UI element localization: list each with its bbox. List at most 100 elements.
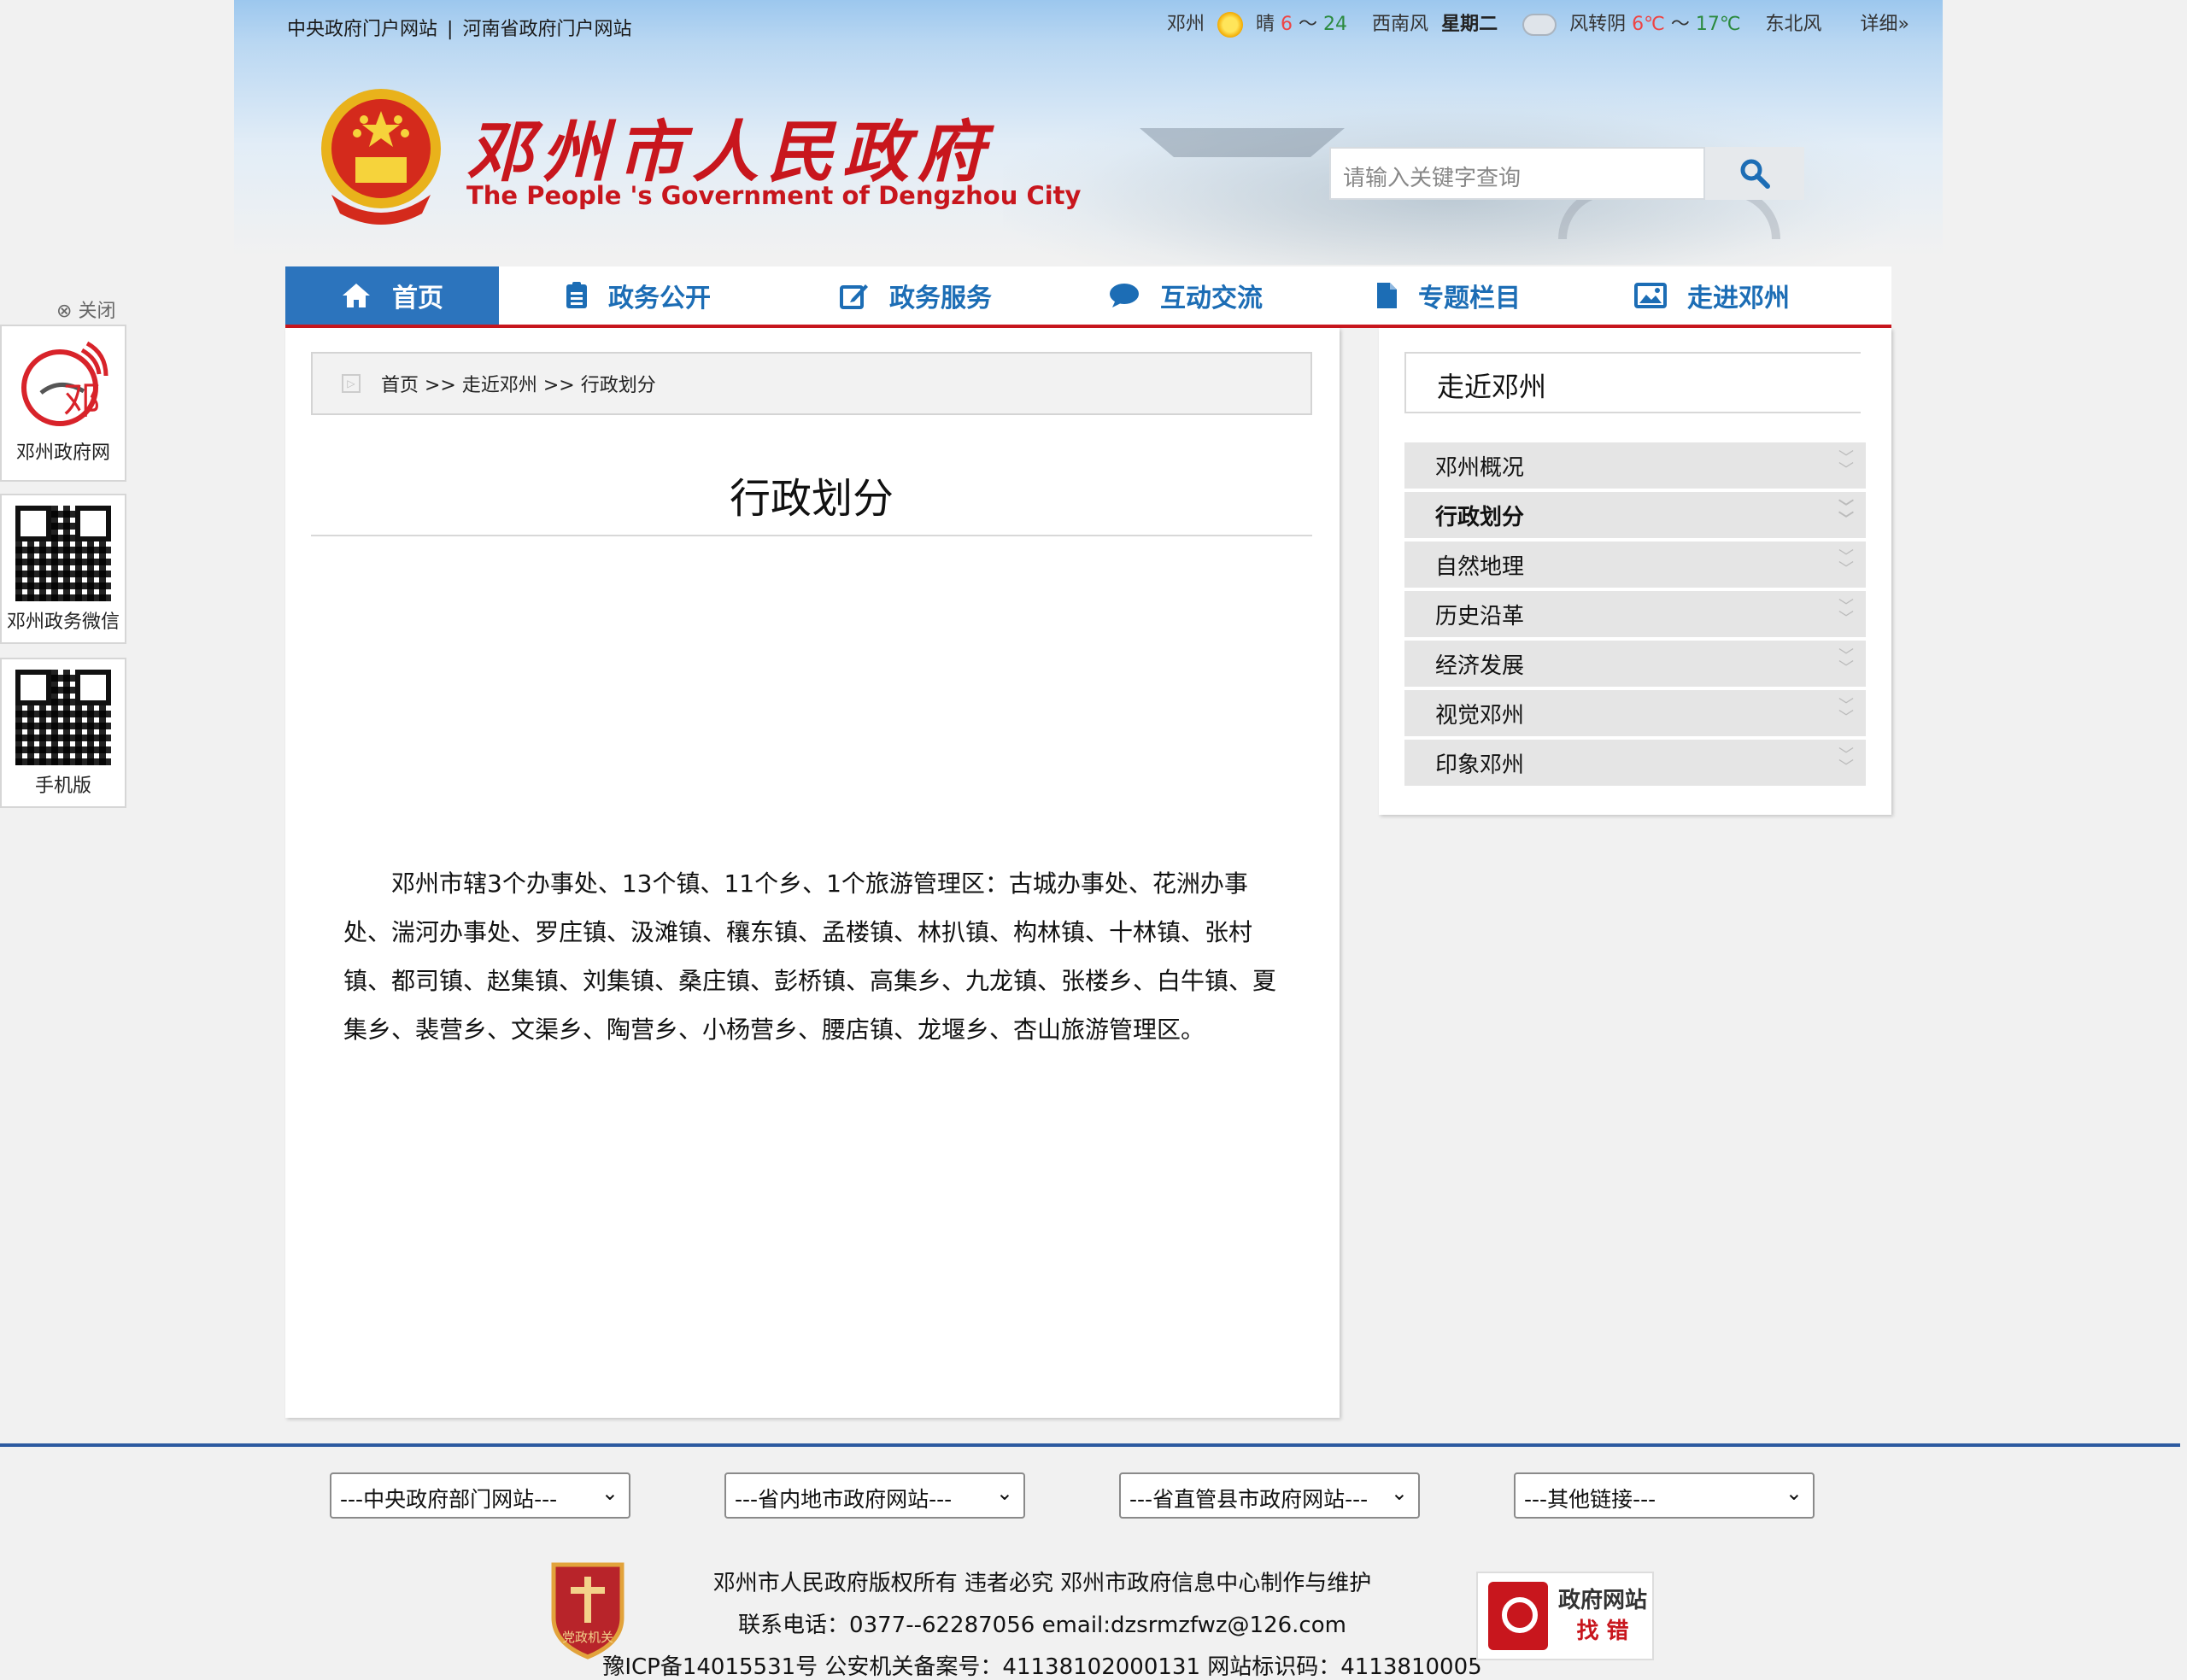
link-central-gov[interactable]: 中央政府门户网站 [287, 19, 437, 40]
weather-weekday: 星期二 [1441, 14, 1498, 35]
main-nav: 首页 政务公开 政务服务 互动交流 专题栏目 走进邓州 [285, 266, 1891, 328]
edit-icon [840, 282, 869, 309]
weather-today-high: 24 [1323, 14, 1348, 35]
document-icon [1375, 282, 1398, 309]
sidebar-item-history[interactable]: 历史沿革 ﹀ ﹀ [1404, 591, 1866, 637]
nav-gov-services-label: 政务服务 [889, 284, 992, 313]
footer-copyright: 邓州市人民政府版权所有 违者必究 邓州市政府信息中心制作与维护 [712, 1571, 1372, 1596]
sidebar-item-label: 行政划分 [1435, 504, 1525, 530]
float-card-gov-site[interactable]: 邓 邓州政府网 [0, 325, 126, 482]
nav-special-topics-label: 专题栏目 [1418, 284, 1521, 313]
sidebar-item-label: 自然地理 [1435, 553, 1525, 580]
breadcrumb: ▷ 首页 >> 走近邓州 >> 行政划分 [311, 352, 1312, 415]
sidebar-list: 邓州概况 ﹀ ﹀ 行政划分 ﹀ ﹀ 自然地理 ﹀ ﹀ 历史沿革 ﹀ ﹀ 经济发展 ﹀ ﹀ … [1404, 442, 1866, 789]
weather-widget: 邓州 晴 6 ～ 24 西南风 星期二 风转阴 6℃ ～ 17℃ 东北风 详细» [1167, 9, 1916, 38]
article-title: 行政划分 [311, 465, 1312, 536]
main-content: ▷ 首页 >> 走近邓州 >> 行政划分 行政划分 邓州市辖3个办事处、13个镇… [285, 328, 1340, 1418]
weather-today-sep: ～ [1299, 14, 1318, 35]
site-footer: ---中央政府部门网站--- ⌄ ---省内地市政府网站--- ⌄ ---省直管… [0, 1443, 2180, 1680]
site-header: 中央政府门户网站 | 河南省政府门户网站 邓州 晴 6 ～ 24 西南风 星期二… [234, 0, 1943, 265]
sidebar-item-label: 邓州概况 [1435, 454, 1525, 481]
sidebar-item-economy[interactable]: 经济发展 ﹀ ﹀ [1404, 641, 1866, 687]
select-other-links[interactable]: ---其他链接--- ⌄ [1514, 1472, 1815, 1519]
footer-info: 邓州市人民政府版权所有 违者必究 邓州市政府信息中心制作与维护 联系电话：037… [598, 1563, 1486, 1680]
nav-about-dengzhou[interactable]: 走进邓州 [1579, 266, 1845, 325]
chevron-down-icon: ⌄ [1785, 1481, 1803, 1505]
weather-today-low: 6 [1281, 14, 1293, 35]
select-central-departments[interactable]: ---中央政府部门网站--- ⌄ [330, 1472, 630, 1519]
select-value: ---省直管县市政府网站--- [1129, 1487, 1369, 1512]
wechat-qr-code-icon [15, 506, 111, 601]
sidebar-heading: 走近邓州 [1404, 352, 1861, 413]
national-emblem-icon [321, 89, 441, 225]
weather-today-wind: 西南风 [1372, 14, 1429, 35]
badge-right-line2: 找 错 [1576, 1619, 1629, 1644]
float-card-gov-site-label: 邓州政府网 [15, 442, 110, 464]
float-card-wechat-label: 邓州政务微信 [6, 612, 120, 633]
select-county-cities[interactable]: ---省直管县市政府网站--- ⌄ [1119, 1472, 1420, 1519]
chevron-down-icon: ⌄ [1390, 1481, 1408, 1505]
footer-contact: 联系电话：0377--62287056 email:dzsrmzfwz@126.… [738, 1613, 1346, 1638]
weather-tomorrow-wind: 东北风 [1765, 14, 1822, 35]
top-links: 中央政府门户网站 | 河南省政府门户网站 [287, 14, 635, 41]
weather-today-sky: 晴 [1256, 14, 1275, 35]
float-card-mobile-label: 手机版 [34, 776, 91, 797]
nav-interaction-label: 互动交流 [1160, 284, 1263, 313]
chevron-down-icon: ﹀ ﹀ [1838, 746, 1854, 776]
nav-interaction[interactable]: 互动交流 [1054, 266, 1317, 325]
sidebar-item-label: 经济发展 [1435, 653, 1525, 679]
weather-more-link[interactable]: 详细» [1861, 14, 1909, 35]
nav-gov-services[interactable]: 政务服务 [777, 266, 1054, 325]
weather-city: 邓州 [1167, 14, 1205, 35]
sunny-icon [1217, 12, 1244, 38]
select-provincial-cities[interactable]: ---省内地市政府网站--- ⌄ [724, 1472, 1025, 1519]
picture-icon [1634, 283, 1667, 308]
breadcrumb-text[interactable]: 首页 >> 走近邓州 >> 行政划分 [381, 370, 656, 397]
clipboard-icon [566, 282, 588, 309]
link-henan-gov[interactable]: 河南省政府门户网站 [462, 19, 631, 40]
sidebar-item-impression[interactable]: 印象邓州 ﹀ ﹀ [1404, 740, 1866, 786]
nav-about-dengzhou-label: 走进邓州 [1687, 284, 1790, 313]
select-value: ---其他链接--- [1524, 1487, 1656, 1512]
select-value: ---省内地市政府网站--- [735, 1487, 953, 1512]
sidebar-item-visual[interactable]: 视觉邓州 ﹀ ﹀ [1404, 690, 1866, 736]
home-icon [341, 282, 372, 309]
sidebar-item-overview[interactable]: 邓州概况 ﹀ ﹀ [1404, 442, 1866, 489]
chevron-down-icon: ﹀ ﹀ [1838, 449, 1854, 479]
chevron-down-icon: ﹀ ﹀ [1838, 499, 1854, 529]
report-error-badge[interactable]: 政府网站 找 错 [1476, 1572, 1654, 1660]
weather-tomorrow-sky: 风转阴 [1569, 14, 1627, 35]
chat-icon [1109, 283, 1140, 308]
logo-glyph: 邓 [63, 379, 101, 423]
chevron-down-icon: ﹀ ﹀ [1838, 647, 1854, 677]
article-body: 邓州市辖3个办事处、13个镇、11个乡、1个旅游管理区：古城办事处、花洲办事处、… [343, 869, 1277, 1044]
search-icon [1740, 159, 1770, 189]
search-button[interactable] [1705, 147, 1804, 200]
weather-tomorrow-high: 17℃ [1695, 14, 1741, 35]
float-card-wechat[interactable]: 邓州政务微信 [0, 494, 126, 644]
close-icon: ⊗ [56, 301, 73, 322]
cloudy-icon [1522, 14, 1557, 36]
footer-registration: 豫ICP备14015531号 公安机关备案号：41138102000131 网站… [602, 1654, 1482, 1680]
sidebar-item-label: 视觉邓州 [1435, 702, 1525, 729]
sidebar-item-label: 印象邓州 [1435, 752, 1525, 778]
sidebar-item-geography[interactable]: 自然地理 ﹀ ﹀ [1404, 541, 1866, 588]
weather-tomorrow-sep: ～ [1670, 14, 1690, 35]
nav-gov-affairs[interactable]: 政务公开 [499, 266, 777, 325]
nav-home-label: 首页 [392, 284, 443, 313]
sidebar: 走近邓州 邓州概况 ﹀ ﹀ 行政划分 ﹀ ﹀ 自然地理 ﹀ ﹀ 历史沿革 ﹀ ﹀ 经济发… [1379, 328, 1891, 815]
chevron-down-icon: ⌄ [995, 1481, 1013, 1505]
nav-gov-affairs-label: 政务公开 [608, 284, 711, 313]
chevron-down-icon: ﹀ ﹀ [1838, 697, 1854, 727]
search-input[interactable]: 请输入关键字查询 [1329, 147, 1705, 200]
float-card-mobile[interactable]: 手机版 [0, 658, 126, 808]
chevron-down-icon: ⌄ [601, 1481, 619, 1505]
sidebar-item-divisions[interactable]: 行政划分 ﹀ ﹀ [1404, 492, 1866, 538]
weather-tomorrow-low: 6℃ [1632, 14, 1665, 35]
header-pavilion-image [1140, 128, 1345, 188]
float-close-button[interactable]: ⊗ 关闭 [56, 296, 115, 323]
nav-special-topics[interactable]: 专题栏目 [1317, 266, 1579, 325]
mobile-qr-code-icon [15, 670, 111, 765]
badge-right-line1: 政府网站 [1558, 1588, 1648, 1613]
nav-home[interactable]: 首页 [285, 266, 499, 325]
